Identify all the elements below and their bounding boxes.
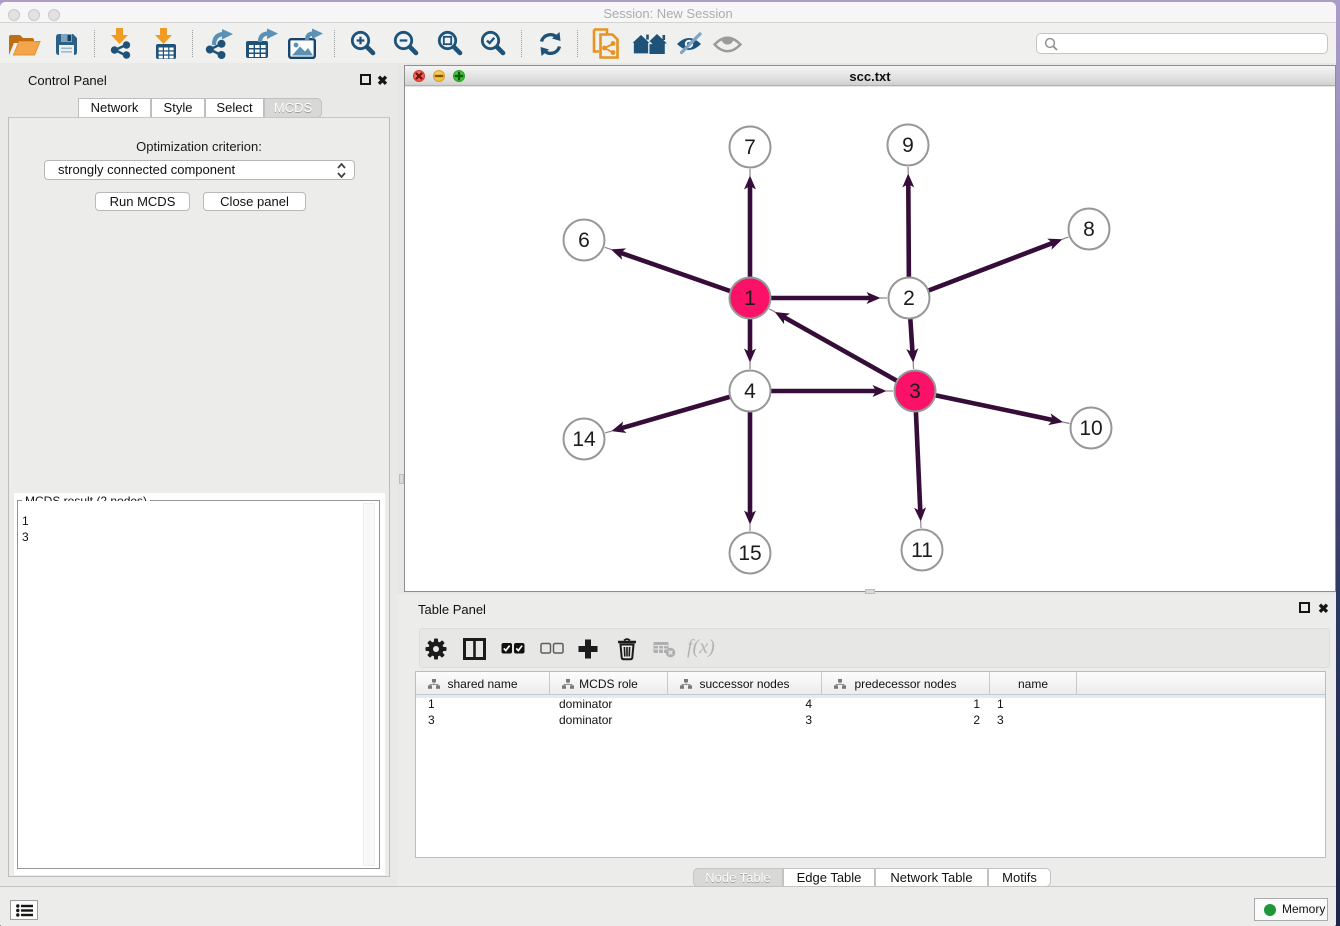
- svg-text:14: 14: [572, 428, 596, 451]
- svg-text:2: 2: [903, 287, 915, 310]
- svg-text:4: 4: [744, 380, 756, 403]
- svg-text:1: 1: [744, 287, 756, 310]
- svg-text:7: 7: [744, 136, 756, 159]
- svg-text:15: 15: [738, 542, 761, 565]
- svg-text:3: 3: [909, 380, 921, 403]
- svg-text:9: 9: [902, 134, 914, 157]
- svg-text:6: 6: [578, 229, 590, 252]
- svg-text:11: 11: [911, 539, 933, 562]
- svg-text:8: 8: [1083, 218, 1095, 241]
- svg-text:10: 10: [1079, 417, 1102, 440]
